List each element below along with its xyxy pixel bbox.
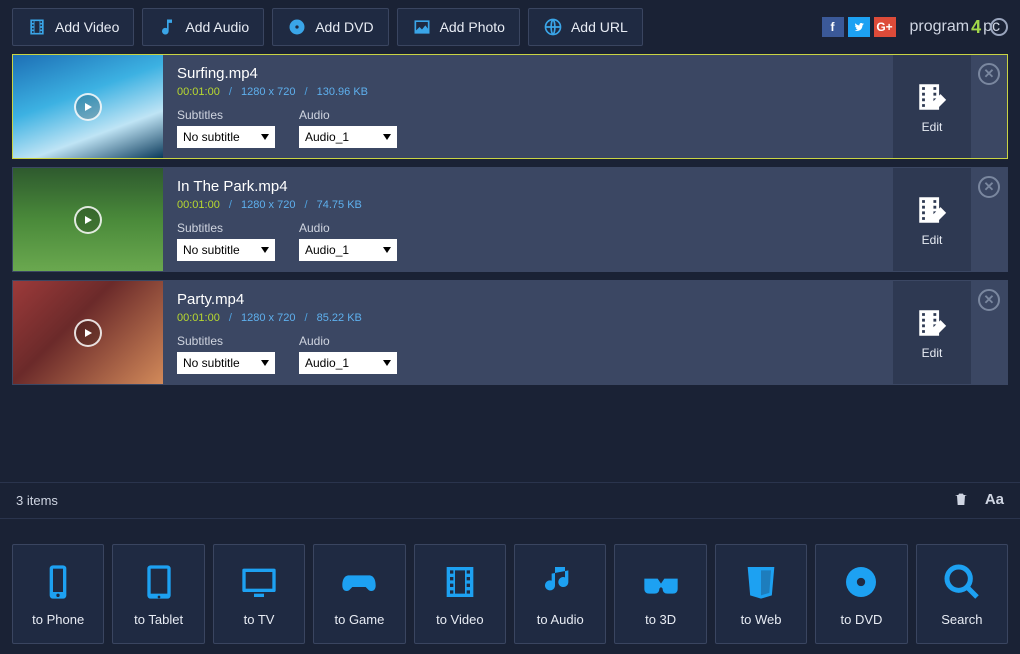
trash-icon[interactable] — [953, 491, 969, 510]
to-dvd-button[interactable]: to DVD — [815, 544, 907, 644]
remove-button[interactable]: ✕ — [978, 289, 1000, 311]
item-count: 3 items — [16, 493, 58, 508]
facebook-icon[interactable]: f — [822, 17, 844, 37]
audio-label: Audio — [299, 108, 397, 122]
chevron-down-icon — [383, 360, 391, 366]
add-photo-label: Add Photo — [440, 19, 505, 35]
file-item[interactable]: In The Park.mp4 00:01:00 / 1280 x 720 / … — [12, 167, 1008, 272]
edit-button[interactable]: Edit — [893, 281, 971, 384]
add-dvd-button[interactable]: Add DVD — [272, 8, 388, 46]
statusbar: 3 items Aa — [0, 482, 1020, 519]
audio-select[interactable]: Audio_1 — [299, 352, 397, 374]
disc-icon — [287, 17, 307, 37]
chevron-down-icon — [261, 360, 269, 366]
glasses-3d-icon — [641, 562, 681, 602]
remove-button[interactable]: ✕ — [978, 176, 1000, 198]
to-game-button[interactable]: to Game — [313, 544, 405, 644]
edit-film-icon — [915, 306, 949, 340]
add-video-button[interactable]: Add Video — [12, 8, 134, 46]
chevron-down-icon — [261, 134, 269, 140]
to-audio-button[interactable]: to Audio — [514, 544, 606, 644]
file-meta: Surfing.mp4 00:01:00 / 1280 x 720 / 130.… — [163, 55, 893, 158]
subtitle-label: Subtitles — [177, 108, 275, 122]
phone-icon — [38, 562, 78, 602]
subtitle-select[interactable]: No subtitle — [177, 126, 275, 148]
chevron-down-icon — [383, 134, 391, 140]
googleplus-icon[interactable]: G+ — [874, 17, 896, 37]
audio-select[interactable]: Audio_1 — [299, 239, 397, 261]
font-icon[interactable]: Aa — [985, 491, 1004, 510]
edit-button[interactable]: Edit — [893, 168, 971, 271]
image-icon — [412, 17, 432, 37]
thumbnail[interactable] — [13, 281, 163, 384]
topbar: Add Video Add Audio Add DVD Add Photo Ad… — [0, 0, 1020, 54]
to-tv-button[interactable]: to TV — [213, 544, 305, 644]
chevron-down-icon — [261, 247, 269, 253]
add-audio-label: Add Audio — [185, 19, 249, 35]
add-audio-button[interactable]: Add Audio — [142, 8, 264, 46]
close-col: ✕ — [971, 55, 1007, 158]
search-icon — [942, 562, 982, 602]
file-item[interactable]: Surfing.mp4 00:01:00 / 1280 x 720 / 130.… — [12, 54, 1008, 159]
to-web-button[interactable]: to Web — [715, 544, 807, 644]
subtitle-select[interactable]: No subtitle — [177, 239, 275, 261]
close-col: ✕ — [971, 168, 1007, 271]
file-meta: In The Park.mp4 00:01:00 / 1280 x 720 / … — [163, 168, 893, 271]
globe-icon — [543, 17, 563, 37]
file-name: In The Park.mp4 — [177, 178, 879, 195]
add-dvd-label: Add DVD — [315, 19, 373, 35]
file-name: Party.mp4 — [177, 291, 879, 308]
subtitle-label: Subtitles — [177, 221, 275, 235]
topbar-right: f G+ program4pc — [822, 17, 1009, 38]
gamepad-icon — [339, 562, 379, 602]
audio-select[interactable]: Audio_1 — [299, 126, 397, 148]
add-photo-button[interactable]: Add Photo — [397, 8, 520, 46]
html5-icon — [741, 562, 781, 602]
add-video-label: Add Video — [55, 19, 119, 35]
play-icon[interactable] — [74, 206, 102, 234]
subtitle-select[interactable]: No subtitle — [177, 352, 275, 374]
play-icon[interactable] — [74, 93, 102, 121]
disc-icon — [841, 562, 881, 602]
remove-button[interactable]: ✕ — [978, 63, 1000, 85]
to-tablet-button[interactable]: to Tablet — [112, 544, 204, 644]
file-name: Surfing.mp4 — [177, 65, 879, 82]
to-3d-button[interactable]: to 3D — [614, 544, 706, 644]
file-stats: 00:01:00 / 1280 x 720 / 130.96 KB — [177, 86, 879, 98]
film-icon — [440, 562, 480, 602]
audio-label: Audio — [299, 221, 397, 235]
to-phone-button[interactable]: to Phone — [12, 544, 104, 644]
film-icon — [27, 17, 47, 37]
close-col: ✕ — [971, 281, 1007, 384]
subtitle-label: Subtitles — [177, 334, 275, 348]
music-icon — [157, 17, 177, 37]
search-button[interactable]: Search — [916, 544, 1008, 644]
chevron-down-icon — [383, 247, 391, 253]
to-video-button[interactable]: to Video — [414, 544, 506, 644]
edit-film-icon — [915, 80, 949, 114]
add-url-button[interactable]: Add URL — [528, 8, 643, 46]
add-url-label: Add URL — [571, 19, 628, 35]
audio-label: Audio — [299, 334, 397, 348]
twitter-icon[interactable] — [848, 17, 870, 37]
bottombar: to Phone to Tablet to TV to Game to Vide… — [0, 534, 1020, 654]
thumbnail[interactable] — [13, 168, 163, 271]
file-stats: 00:01:00 / 1280 x 720 / 74.75 KB — [177, 199, 879, 211]
edit-film-icon — [915, 193, 949, 227]
file-meta: Party.mp4 00:01:00 / 1280 x 720 / 85.22 … — [163, 281, 893, 384]
file-item[interactable]: Party.mp4 00:01:00 / 1280 x 720 / 85.22 … — [12, 280, 1008, 385]
music-notes-icon — [540, 562, 580, 602]
file-stats: 00:01:00 / 1280 x 720 / 85.22 KB — [177, 312, 879, 324]
thumbnail[interactable] — [13, 55, 163, 158]
edit-button[interactable]: Edit — [893, 55, 971, 158]
tablet-icon — [139, 562, 179, 602]
brand-logo: program4pc — [910, 17, 1009, 38]
tv-icon — [239, 562, 279, 602]
file-list: Surfing.mp4 00:01:00 / 1280 x 720 / 130.… — [0, 54, 1020, 385]
play-icon[interactable] — [74, 319, 102, 347]
